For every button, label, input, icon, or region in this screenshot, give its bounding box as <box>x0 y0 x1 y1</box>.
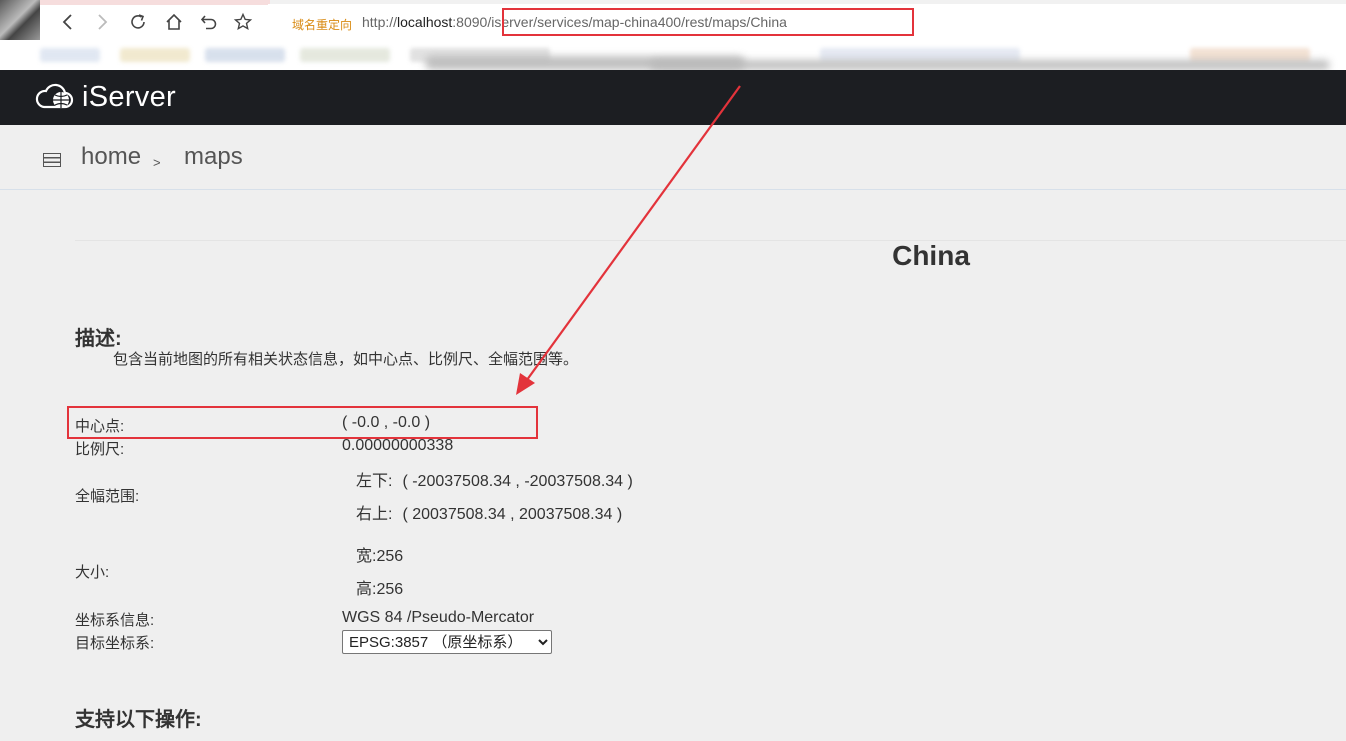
home-icon[interactable] <box>162 10 186 34</box>
logo-text: iServer <box>82 80 176 113</box>
center-annotation-box <box>67 406 538 439</box>
breadcrumb-home-link[interactable]: home <box>81 143 141 171</box>
height-row: 高:256 <box>356 575 403 599</box>
width-row: 宽:256 <box>356 542 403 566</box>
url-prefix: http:// <box>362 14 398 30</box>
url-host: localhost <box>397 14 453 30</box>
lower-left-value: ( -20037508.34 , -20037508.34 ) <box>402 473 633 490</box>
bookmark-item[interactable] <box>205 48 285 62</box>
target-crs-select[interactable]: EPSG:3857 （原坐标系） <box>342 630 552 654</box>
scale-label: 比例尺: <box>75 441 125 458</box>
description-heading: 描述: <box>75 328 122 350</box>
page-title: China <box>892 240 970 271</box>
upper-right-row: 右上: ( 20037508.34 , 20037508.34 ) <box>356 500 622 524</box>
target-crs-label: 目标坐标系: <box>75 635 155 652</box>
bookmark-item[interactable] <box>40 48 100 62</box>
height-value: 256 <box>376 581 404 598</box>
lower-left-label: 左下: <box>356 473 393 490</box>
scale-value: 0.00000000338 <box>342 437 454 454</box>
star-icon[interactable] <box>231 10 255 34</box>
width-label: 宽: <box>356 548 377 565</box>
lower-left-row: 左下: ( -20037508.34 , -20037508.34 ) <box>356 467 633 491</box>
width-value: 256 <box>376 548 404 565</box>
upper-right-label: 右上: <box>356 506 393 523</box>
breadcrumb-maps-link[interactable]: maps <box>184 143 243 171</box>
bookmark-item[interactable] <box>300 48 390 62</box>
breadcrumb-separator: > <box>153 155 161 170</box>
list-icon <box>43 153 61 167</box>
height-label: 高: <box>356 581 377 598</box>
size-label: 大小: <box>75 564 110 581</box>
blur-smear <box>650 60 1330 70</box>
app-header: iServer <box>0 70 1346 125</box>
description-text: 包含当前地图的所有相关状态信息，如中心点、比例尺、全幅范围等。 <box>113 351 579 368</box>
url-annotation-box <box>502 8 914 36</box>
forward-icon[interactable] <box>90 10 114 34</box>
site-thumbnail <box>0 0 40 40</box>
cloud-globe-icon <box>35 83 74 109</box>
upper-right-value: ( 20037508.34 , 20037508.34 ) <box>402 506 623 523</box>
iserver-logo[interactable]: iServer <box>34 80 176 114</box>
crs-value: WGS 84 /Pseudo-Mercator <box>342 609 535 626</box>
breadcrumb: home > maps <box>0 125 1346 190</box>
browser-toolbar: 域名重定向 http://localhost:8090/iserver/serv… <box>0 0 1346 44</box>
redirect-label: 域名重定向 <box>292 18 353 32</box>
bookmark-item[interactable] <box>120 48 190 62</box>
back-icon[interactable] <box>56 10 80 34</box>
bounds-label: 全幅范围: <box>75 488 140 505</box>
crs-label: 坐标系信息: <box>75 612 155 629</box>
reload-icon[interactable] <box>126 10 150 34</box>
undo-icon[interactable] <box>197 10 221 34</box>
operations-heading: 支持以下操作: <box>75 709 202 731</box>
